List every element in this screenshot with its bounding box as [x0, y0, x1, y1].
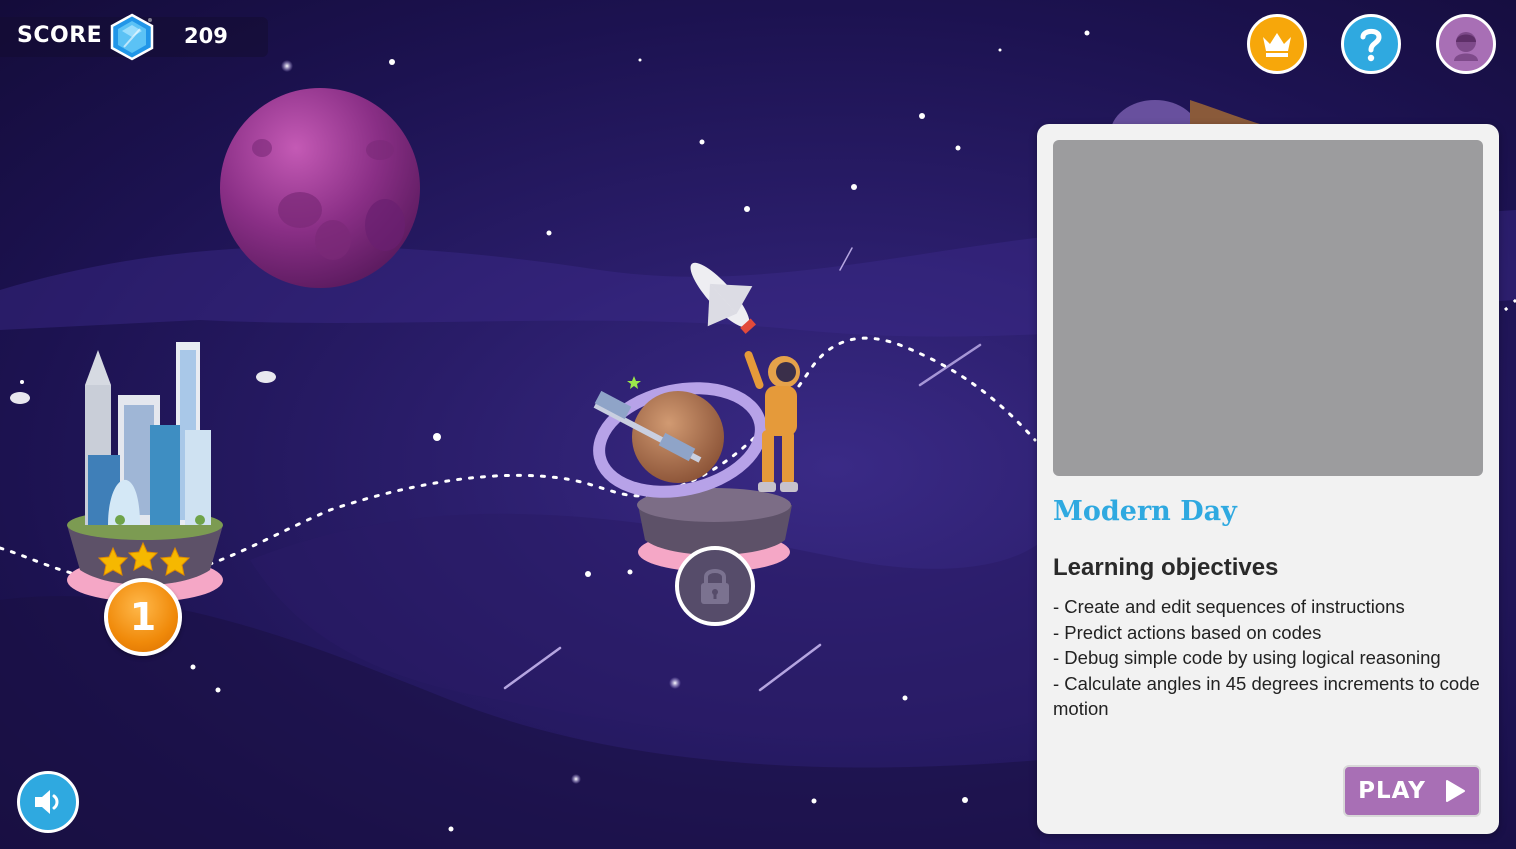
level-2-locked-button[interactable]: [675, 546, 755, 626]
sparkle: [627, 376, 641, 389]
play-button[interactable]: PLAY: [1343, 765, 1481, 817]
crown-icon: [1263, 33, 1291, 57]
help-button[interactable]: [1341, 14, 1401, 74]
blue-gem-icon: [110, 13, 154, 61]
objective-item: - Calculate angles in 45 degrees increme…: [1053, 672, 1480, 720]
space-map-background: SCORE 209 1 Modern Day Learning objectiv…: [0, 0, 1516, 849]
purple-planet: [220, 88, 420, 288]
level-info-panel: Modern Day Learning objectives - Create …: [1037, 124, 1499, 834]
level-title: Modern Day: [1053, 496, 1237, 527]
question-mark-icon: [1360, 28, 1382, 62]
leaderboard-button[interactable]: [1247, 14, 1307, 74]
level-preview-image: [1053, 140, 1483, 476]
speaker-icon: [35, 790, 59, 814]
avatar-icon: [1454, 32, 1478, 61]
objective-item: - Debug simple code by using logical rea…: [1053, 647, 1441, 668]
score-value: 209: [184, 24, 228, 48]
profile-button[interactable]: [1436, 14, 1496, 74]
play-label: PLAY: [1358, 778, 1426, 804]
score-label: SCORE: [17, 23, 103, 48]
objectives-heading: Learning objectives: [1053, 554, 1279, 581]
sound-toggle-button[interactable]: [17, 771, 79, 833]
play-icon: [1445, 780, 1465, 802]
objective-item: - Predict actions based on codes: [1053, 621, 1322, 643]
level-1-button[interactable]: 1: [104, 578, 182, 656]
objective-item: - Create and edit sequences of instructi…: [1053, 596, 1405, 617]
objectives-list: - Create and edit sequences of instructi…: [1053, 594, 1483, 722]
level-number: 1: [129, 595, 157, 639]
lock-icon: [701, 569, 729, 604]
